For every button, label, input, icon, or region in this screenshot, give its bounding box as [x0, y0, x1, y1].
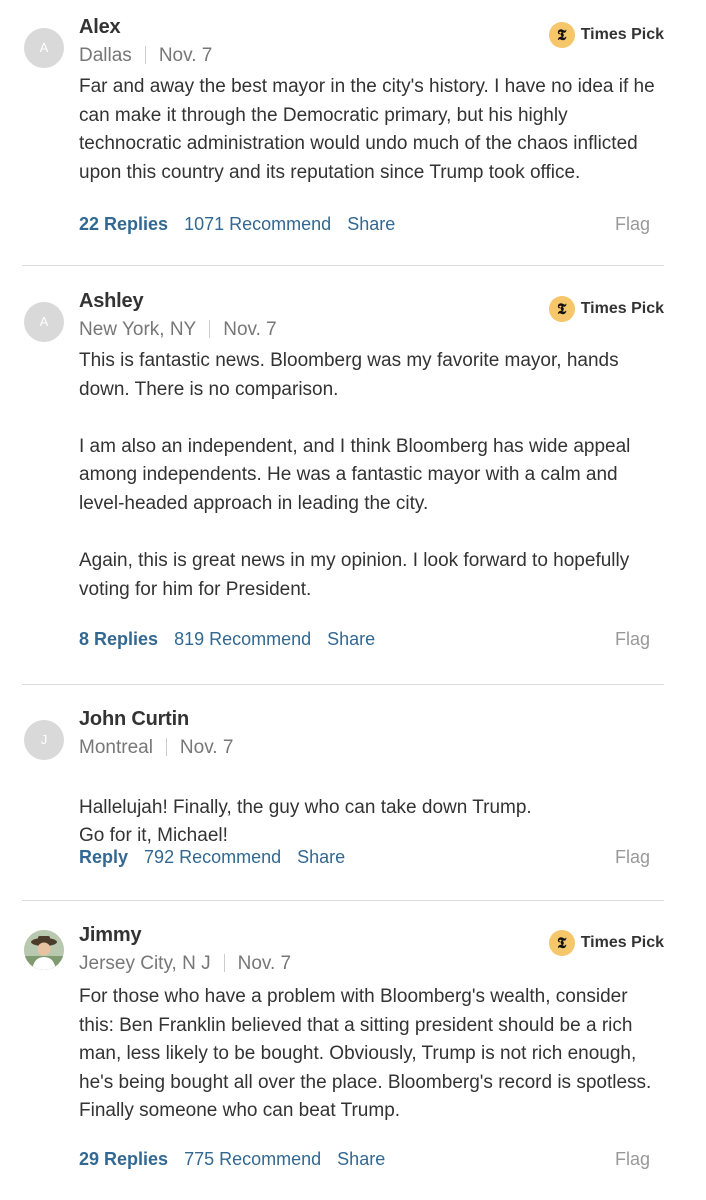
comment-date: Nov. 7: [223, 319, 277, 340]
commenter-name[interactable]: John Curtin: [79, 708, 189, 731]
comment-body: Far and away the best mayor in the city'…: [79, 73, 664, 187]
commenter-name[interactable]: Ashley: [79, 290, 144, 313]
comment-paragraph: Far and away the best mayor in the city'…: [79, 76, 655, 183]
nyt-t-logo-icon: 𝕿: [548, 296, 575, 322]
share-button[interactable]: Share: [327, 629, 375, 649]
times-pick-badge: 𝕿 Times Pick: [548, 296, 664, 322]
comment: A Alex Dallas Nov. 7 𝕿 Times Pick Far and…: [22, 12, 664, 252]
comment-actions: Reply 792 Recommend Share Flag: [79, 847, 664, 868]
recommend-button[interactable]: 775 Recommend: [184, 1149, 321, 1169]
comment-paragraph: Hallelujah! Finally, the guy who can tak…: [79, 796, 532, 847]
nyt-t-logo-icon: 𝕿: [548, 930, 575, 956]
comment-divider: [22, 265, 664, 266]
avatar[interactable]: A: [24, 28, 64, 68]
comment-divider: [22, 900, 664, 901]
comment: Jimmy Jersey City, N J Nov. 7 𝕿 Times Pic…: [22, 920, 664, 1190]
times-pick-label: Times Pick: [580, 26, 664, 43]
times-pick-label: Times Pick: [580, 934, 664, 951]
comment-meta: Jersey City, N J Nov. 7: [79, 953, 291, 975]
commenter-location: Dallas: [79, 45, 132, 66]
share-button[interactable]: Share: [297, 847, 345, 867]
commenter-location: Jersey City, N J: [79, 953, 211, 974]
comment-meta: Montreal Nov. 7: [79, 737, 233, 759]
replies-link[interactable]: 8 Replies: [79, 629, 158, 649]
commenter-location: Montreal: [79, 737, 153, 758]
meta-separator: [165, 738, 167, 756]
recommend-button[interactable]: 819 Recommend: [174, 629, 311, 649]
recommend-button[interactable]: 1071 Recommend: [184, 214, 331, 234]
comment-paragraph: Again, this is great news in my opinion.…: [79, 550, 630, 600]
comment-date: Nov. 7: [158, 45, 213, 66]
comment-body: This is fantastic news. Bloomberg was my…: [79, 347, 664, 604]
replies-link[interactable]: 22 Replies: [79, 214, 168, 234]
flag-button[interactable]: Flag: [615, 214, 650, 235]
share-button[interactable]: Share: [347, 214, 395, 234]
meta-separator: [223, 954, 225, 972]
meta-separator: [209, 320, 211, 338]
avatar[interactable]: A: [24, 302, 64, 342]
comment: A Ashley New York, NY Nov. 7 𝕿 Times Pick…: [22, 286, 664, 666]
comment-date: Nov. 7: [179, 737, 234, 758]
share-button[interactable]: Share: [337, 1149, 385, 1169]
nyt-t-logo-icon: 𝕿: [548, 22, 575, 48]
commenter-location: New York, NY: [79, 319, 197, 340]
user-photo-avatar[interactable]: [24, 930, 64, 970]
comment-paragraph: This is fantastic news. Bloomberg was my…: [79, 350, 619, 400]
replies-link[interactable]: 29 Replies: [79, 1149, 168, 1169]
commenter-name[interactable]: Jimmy: [79, 924, 142, 947]
comment-paragraph: For those who have a problem with Bloomb…: [79, 986, 652, 1122]
comment-body: For those who have a problem with Bloomb…: [79, 983, 664, 1126]
comment-meta: Dallas Nov. 7: [79, 45, 212, 67]
flag-button[interactable]: Flag: [615, 847, 650, 868]
reply-button[interactable]: Reply: [79, 847, 128, 867]
recommend-button[interactable]: 792 Recommend: [144, 847, 281, 867]
commenter-name[interactable]: Alex: [79, 16, 121, 39]
comment-meta: New York, NY Nov. 7: [79, 319, 277, 341]
flag-button[interactable]: Flag: [615, 1149, 650, 1170]
comment-date: Nov. 7: [237, 953, 292, 974]
times-pick-badge: 𝕿 Times Pick: [548, 22, 664, 48]
flag-button[interactable]: Flag: [615, 629, 650, 650]
comment-paragraph: I am also an independent, and I think Bl…: [79, 435, 631, 514]
avatar[interactable]: J: [24, 720, 64, 760]
comment: J John Curtin Montreal Nov. 7 Hallelujah!…: [22, 704, 664, 884]
times-pick-label: Times Pick: [580, 300, 664, 317]
meta-separator: [144, 46, 146, 64]
comment-actions: 29 Replies 775 Recommend Share Flag: [79, 1149, 664, 1170]
comment-actions: 8 Replies 819 Recommend Share Flag: [79, 629, 664, 650]
times-pick-badge: 𝕿 Times Pick: [548, 930, 664, 956]
comment-divider: [22, 684, 664, 685]
comment-actions: 22 Replies 1071 Recommend Share Flag: [79, 214, 664, 235]
